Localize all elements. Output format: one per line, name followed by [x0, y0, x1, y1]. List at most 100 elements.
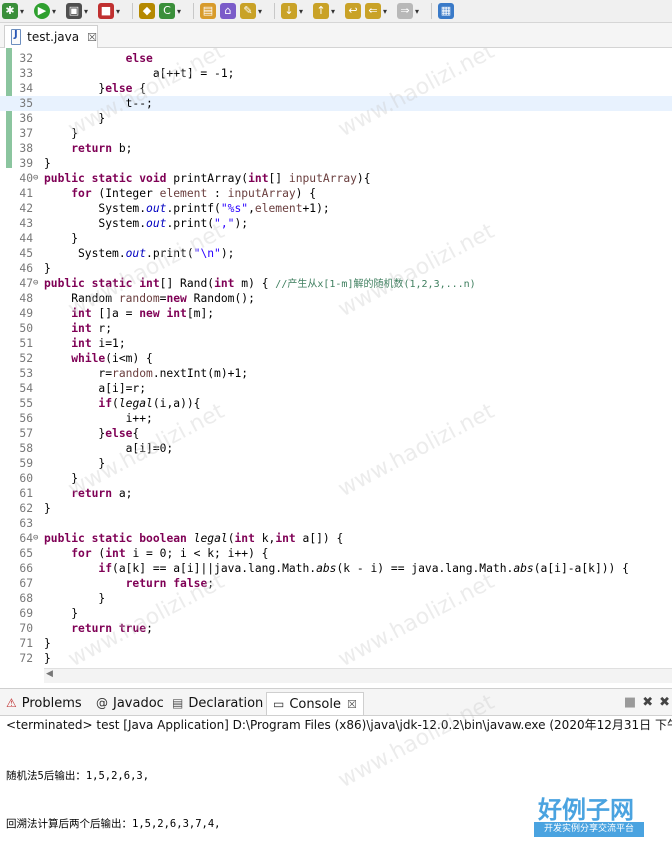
- tab-declaration[interactable]: ▤ Declaration: [172, 692, 263, 714]
- code-line[interactable]: 54 a[i]=r;: [0, 381, 672, 396]
- code-line[interactable]: 69 }: [0, 606, 672, 621]
- tab-console[interactable]: ▭ Console ☒: [266, 692, 364, 715]
- fold-icon[interactable]: ⊖: [33, 531, 38, 546]
- code-line[interactable]: 58 a[i]=0;: [0, 441, 672, 456]
- code-line[interactable]: 63: [0, 516, 672, 531]
- terminate-icon[interactable]: ■: [624, 695, 636, 710]
- tab-javadoc[interactable]: @ Javadoc: [96, 692, 164, 714]
- console-icon: ▭: [273, 697, 285, 711]
- line-number: 37: [19, 127, 33, 140]
- code-line[interactable]: 32 else: [0, 51, 672, 66]
- code-line[interactable]: 68 }: [0, 591, 672, 606]
- code-line[interactable]: 52 while(i<m) {: [0, 351, 672, 366]
- code-line[interactable]: 62}: [0, 501, 672, 516]
- code-line[interactable]: 45 System.out.print("\n");: [0, 246, 672, 261]
- line-number: 41: [19, 187, 33, 200]
- remove-all-icon[interactable]: ✖: [659, 695, 670, 710]
- code-line[interactable]: 66 if(a[k] == a[i]||java.lang.Math.abs(k…: [0, 561, 672, 576]
- fold-icon[interactable]: ⊖: [33, 276, 38, 291]
- line-number: 64: [19, 532, 33, 545]
- close-icon[interactable]: ☒: [347, 698, 357, 711]
- line-number: 71: [19, 637, 33, 650]
- code-line[interactable]: 56 i++;: [0, 411, 672, 426]
- code-line[interactable]: 48 Random random=new Random();: [0, 291, 672, 306]
- last-edit-location-icon[interactable]: ↩: [345, 3, 361, 19]
- chevron-down-icon[interactable]: ▾: [116, 7, 124, 16]
- new-java-project-icon[interactable]: ◆: [139, 3, 155, 19]
- scroll-left-icon[interactable]: ◀: [46, 669, 53, 679]
- code-line[interactable]: 44 }: [0, 231, 672, 246]
- open-type-icon[interactable]: ▤: [200, 3, 216, 19]
- tab-problems[interactable]: ⚠ Problems: [6, 692, 82, 714]
- code-text: i++;: [44, 412, 153, 425]
- line-number: 38: [19, 142, 33, 155]
- code-line[interactable]: 71}: [0, 636, 672, 651]
- chevron-down-icon[interactable]: ▾: [383, 7, 391, 16]
- forward-icon[interactable]: ⇒: [397, 3, 413, 19]
- line-number: 67: [19, 577, 33, 590]
- chevron-down-icon[interactable]: ▾: [299, 7, 307, 16]
- code-line[interactable]: 49 int []a = new int[m];: [0, 306, 672, 321]
- close-icon[interactable]: ☒: [87, 31, 97, 44]
- code-line[interactable]: 46}: [0, 261, 672, 276]
- code-line[interactable]: 40 ⊖ public static void printArray(int[] i…: [0, 171, 672, 186]
- console-status: <terminated> test [Java Application] D:\…: [6, 718, 672, 732]
- open-task-icon[interactable]: ⌂: [220, 3, 236, 19]
- code-line[interactable]: 70 return true;: [0, 621, 672, 636]
- code-line[interactable]: 53 r=random.nextInt(m)+1;: [0, 366, 672, 381]
- chevron-down-icon[interactable]: ▾: [258, 7, 266, 16]
- code-line[interactable]: 37 }: [0, 126, 672, 141]
- code-editor[interactable]: 32 else 33 a[++t] = -1; 34 }else {35 t--; 3…: [0, 48, 672, 668]
- chevron-down-icon[interactable]: ▾: [84, 7, 92, 16]
- code-line[interactable]: 41 for (Integer element : inputArray) {: [0, 186, 672, 201]
- code-line[interactable]: 59 }: [0, 456, 672, 471]
- tab-test-java[interactable]: test.java ☒: [4, 25, 98, 48]
- code-line[interactable]: 50 int r;: [0, 321, 672, 336]
- code-line[interactable]: 33 a[++t] = -1;: [0, 66, 672, 81]
- code-line[interactable]: 35 t--;: [0, 96, 672, 111]
- code-text: r=random.nextInt(m)+1;: [44, 367, 249, 380]
- new-class-icon[interactable]: C: [159, 3, 175, 19]
- chevron-down-icon[interactable]: ▾: [177, 7, 185, 16]
- code-line[interactable]: 55 if(legal(i,a)){: [0, 396, 672, 411]
- code-line[interactable]: 61 return a;: [0, 486, 672, 501]
- code-line[interactable]: 34 }else {: [0, 81, 672, 96]
- next-annotation-icon[interactable]: ↓: [281, 3, 297, 19]
- chevron-down-icon[interactable]: ▾: [415, 7, 423, 16]
- code-line[interactable]: 65 for (int i = 0; i < k; i++) {: [0, 546, 672, 561]
- code-line[interactable]: 67 return false;: [0, 576, 672, 591]
- code-line[interactable]: 42 System.out.printf("%s",element+1);: [0, 201, 672, 216]
- run-icon[interactable]: ▶: [34, 3, 50, 19]
- fold-icon[interactable]: ⊖: [33, 171, 38, 186]
- code-line[interactable]: 47 ⊖ public static int[] Rand(int m) { //产…: [0, 276, 672, 291]
- code-line[interactable]: 36 }: [0, 111, 672, 126]
- back-icon[interactable]: ⇐: [365, 3, 381, 19]
- search-icon[interactable]: ✎: [240, 3, 256, 19]
- code-line[interactable]: 72}: [0, 651, 672, 666]
- stop-icon[interactable]: ■: [98, 3, 114, 19]
- console-output[interactable]: 随机法5后输出：1,5,2,6,3, 回溯法计算后两个后输出：1,5,2,6,3…: [6, 736, 221, 864]
- code-line[interactable]: 39}: [0, 156, 672, 171]
- code-line[interactable]: 64 ⊖ public static boolean legal(int k,int…: [0, 531, 672, 546]
- code-line[interactable]: 51 int i=1;: [0, 336, 672, 351]
- chevron-down-icon[interactable]: ▾: [52, 7, 60, 16]
- code-line[interactable]: 43 System.out.print(",");: [0, 216, 672, 231]
- code-line[interactable]: 57 }else{: [0, 426, 672, 441]
- horizontal-scrollbar[interactable]: ◀: [44, 668, 672, 683]
- debug-icon[interactable]: ✱: [2, 3, 18, 19]
- code-line[interactable]: 38 return b;: [0, 141, 672, 156]
- code-text: a[i]=r;: [44, 382, 147, 395]
- code-text: }: [44, 232, 79, 245]
- remove-launch-icon[interactable]: ✖: [642, 695, 653, 710]
- prev-annotation-icon[interactable]: ↑: [313, 3, 329, 19]
- run-config-icon[interactable]: ▣: [66, 3, 82, 19]
- code-text: return false;: [125, 577, 215, 590]
- chevron-down-icon[interactable]: ▾: [20, 7, 28, 16]
- pin-editor-icon[interactable]: ▦: [438, 3, 454, 19]
- code-text: t--;: [44, 97, 153, 110]
- line-number: 33: [19, 67, 33, 80]
- code-line[interactable]: 60 }: [0, 471, 672, 486]
- java-file-icon: [11, 29, 22, 45]
- line-number: 65: [19, 547, 33, 560]
- chevron-down-icon[interactable]: ▾: [331, 7, 339, 16]
